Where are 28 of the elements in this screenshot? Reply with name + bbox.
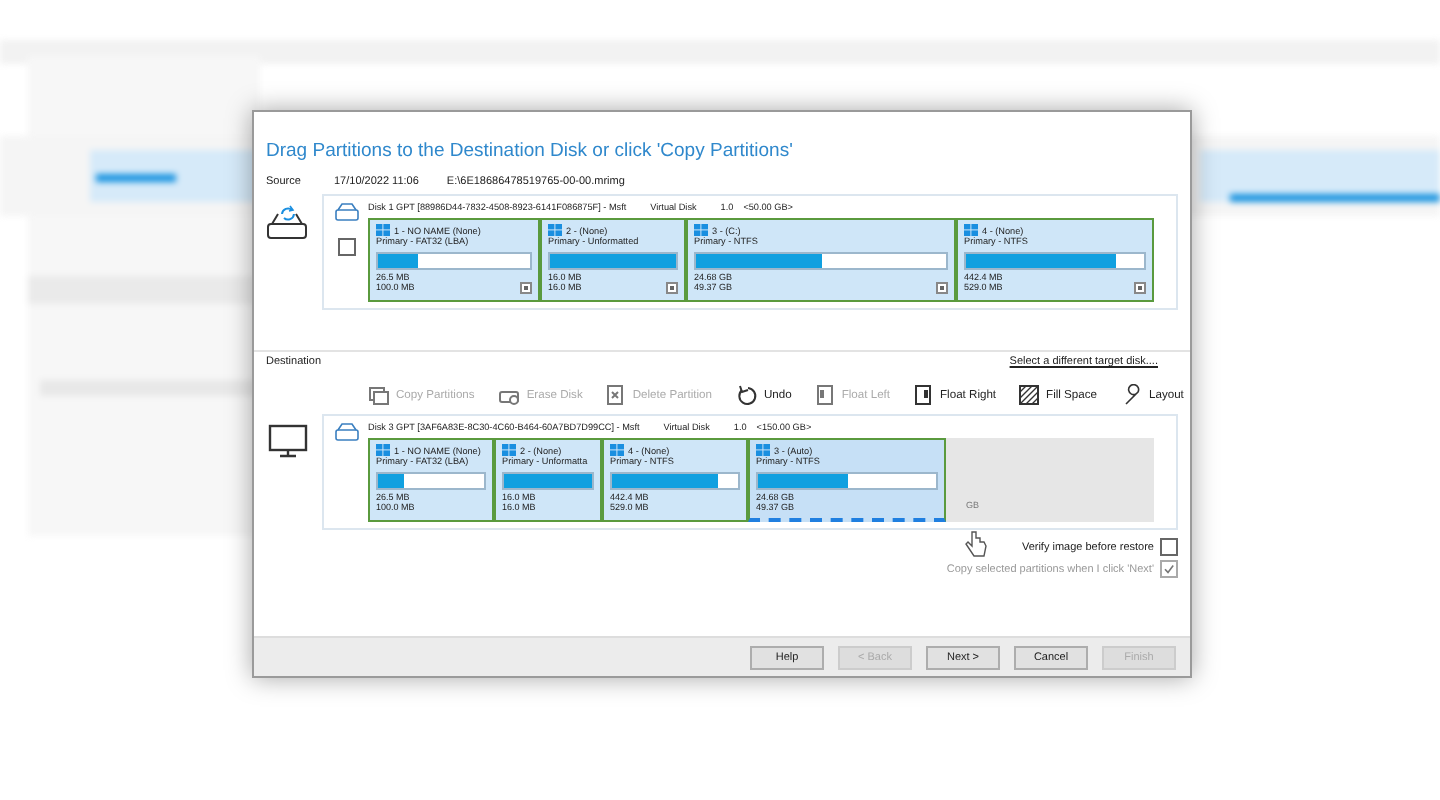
align-left-icon (813, 384, 836, 406)
align-right-icon (912, 384, 935, 406)
partition-options-button[interactable] (936, 281, 948, 294)
windows-icon (548, 224, 562, 236)
copy-icon (368, 384, 390, 406)
windows-icon (376, 444, 390, 456)
check-icon (1162, 562, 1176, 576)
delete-icon (604, 384, 627, 406)
monitor-icon (266, 422, 310, 462)
disk-drive-icon (333, 202, 359, 222)
partition-options-button[interactable] (520, 281, 532, 294)
windows-icon (376, 224, 390, 236)
dialog-title: Drag Partitions to the Destination Disk or click 'Copy Partitions' (266, 140, 795, 162)
wrench-icon (1121, 384, 1143, 406)
windows-icon (756, 444, 770, 456)
windows-icon (610, 444, 624, 456)
hand-cursor-icon (964, 530, 988, 560)
checkbox[interactable] (1160, 538, 1178, 556)
undo-icon (735, 384, 758, 406)
partition-options-button[interactable] (1134, 281, 1146, 294)
hatch-icon (1018, 384, 1041, 406)
windows-icon (502, 444, 516, 456)
drive-restore-icon (266, 202, 310, 242)
windows-icon (964, 224, 978, 236)
checkbox[interactable] (337, 238, 355, 256)
windows-icon (694, 224, 708, 236)
partition-options-button[interactable] (666, 281, 678, 294)
disk-drive-icon (333, 422, 359, 442)
